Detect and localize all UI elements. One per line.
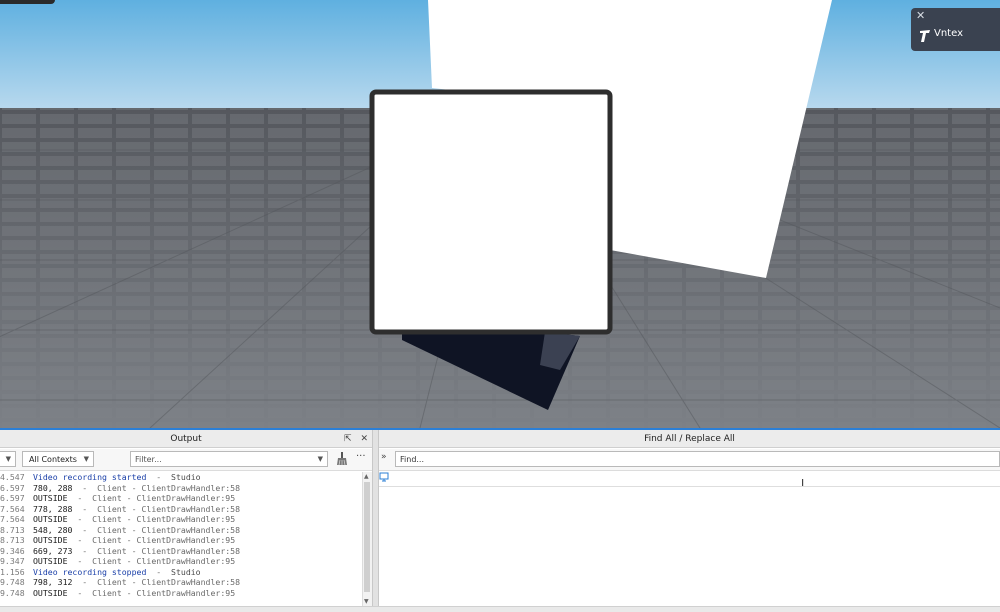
log-separator: - <box>156 566 162 577</box>
log-row: 7.564 OUTSIDE - Client - ClientDrawHandle… <box>0 514 362 525</box>
log-separator: - <box>82 503 88 514</box>
log-separator: - <box>77 587 83 598</box>
log-message: 548, 280 <box>33 524 73 535</box>
log-message: OUTSIDE <box>33 514 68 524</box>
chevron-down-icon: ▼ <box>83 455 89 463</box>
find-results[interactable] <box>379 486 1000 606</box>
log-source: Studio <box>171 566 201 577</box>
log-timestamp: 9.748 <box>0 577 25 587</box>
chevron-down-icon: ▼ <box>317 455 323 463</box>
log-separator: - <box>77 514 83 524</box>
log-source: Client - ClientDrawHandler:95 <box>92 493 236 503</box>
close-icon[interactable]: ✕ <box>916 9 925 22</box>
log-row: 6.597 OUTSIDE - Client - ClientDrawHandle… <box>0 493 362 504</box>
log-message: OUTSIDE <box>33 535 68 545</box>
log-message: 669, 273 <box>33 545 73 556</box>
log-row: 7.564 778, 288 - Client - ClientDrawHandl… <box>0 504 362 515</box>
top-left-pill <box>0 0 55 4</box>
find-panel-title: Find All / Replace All <box>379 430 1000 448</box>
log-separator: - <box>77 535 83 545</box>
find-input[interactable]: Find... <box>395 451 1000 467</box>
log-separator: - <box>77 493 83 503</box>
log-row: 9.347 OUTSIDE - Client - ClientDrawHandle… <box>0 556 362 567</box>
panel-splitter[interactable] <box>372 430 379 612</box>
game-viewport[interactable]: ✕ Vntex <box>0 0 1000 428</box>
log-separator: - <box>156 472 162 482</box>
log-timestamp: 9.346 <box>0 545 25 556</box>
output-log[interactable]: 4.547 Video recording started - Studio 6.5… <box>0 472 362 606</box>
log-row: 9.748 798, 312 - Client - ClientDrawHandl… <box>0 577 362 588</box>
clear-output-icon[interactable] <box>336 452 348 466</box>
log-source: Client - ClientDrawHandler:95 <box>92 587 236 598</box>
app-toast: ✕ Vntex <box>911 8 1000 51</box>
find-title-text: Find All / Replace All <box>644 434 735 444</box>
toast-app-name: Vntex <box>934 28 963 39</box>
status-strip <box>0 606 1000 612</box>
log-source: Client - ClientDrawHandler:95 <box>92 514 236 524</box>
vntex-logo-icon <box>920 30 930 42</box>
output-title-text: Output <box>170 434 202 444</box>
log-timestamp: 8.713 <box>0 535 25 545</box>
log-message: 798, 312 <box>33 577 73 587</box>
contexts-label: All Contexts <box>29 455 77 464</box>
log-message: Video recording stopped <box>33 566 147 577</box>
log-row: 8.713 548, 280 - Client - ClientDrawHandl… <box>0 525 362 536</box>
expand-replace-icon[interactable]: » <box>381 452 387 462</box>
scene <box>0 0 1000 428</box>
log-message: 778, 288 <box>33 503 73 514</box>
output-toolbar: ▼ All Contexts ▼ Filter... ▼ ··· <box>0 449 372 471</box>
scroll-up-icon[interactable]: ▲ <box>364 473 369 480</box>
log-row: 9.748 OUTSIDE - Client - ClientDrawHandle… <box>0 588 362 599</box>
log-source: Client - ClientDrawHandler:58 <box>97 482 241 493</box>
log-timestamp: 7.564 <box>0 503 25 514</box>
log-source: Client - ClientDrawHandler:95 <box>92 535 236 545</box>
log-timestamp: 6.597 <box>0 493 25 503</box>
draw-canvas <box>369 89 613 335</box>
close-icon[interactable]: ✕ <box>360 434 368 444</box>
log-row: 6.597 780, 288 - Client - ClientDrawHandl… <box>0 483 362 494</box>
filter-placeholder: Filter... <box>135 455 162 464</box>
log-timestamp: 7.564 <box>0 514 25 524</box>
find-placeholder: Find... <box>400 455 425 464</box>
log-separator: - <box>82 524 88 535</box>
log-message: OUTSIDE <box>33 587 68 598</box>
log-row: 1.156 Video recording stopped - Studio <box>0 567 362 578</box>
scroll-thumb[interactable] <box>364 482 370 592</box>
log-row: 8.713 OUTSIDE - Client - ClientDrawHandle… <box>0 535 362 546</box>
log-message: OUTSIDE <box>33 556 68 566</box>
log-source: Client - ClientDrawHandler:58 <box>97 524 241 535</box>
undock-icon[interactable]: ⇱ <box>344 434 352 444</box>
log-source: Client - ClientDrawHandler:58 <box>97 545 241 556</box>
log-separator: - <box>82 482 88 493</box>
more-options-button[interactable]: ··· <box>356 451 366 462</box>
output-scrollbar[interactable]: ▲ ▼ <box>362 472 372 606</box>
find-toolbar: » Find... I <box>379 449 1000 490</box>
log-source: Studio <box>171 472 201 482</box>
log-message: OUTSIDE <box>33 493 68 503</box>
log-source: Client - ClientDrawHandler:95 <box>92 556 236 566</box>
log-row: 9.346 669, 273 - Client - ClientDrawHandl… <box>0 546 362 557</box>
log-source: Client - ClientDrawHandler:58 <box>97 577 241 587</box>
log-separator: - <box>77 556 83 566</box>
log-separator: - <box>82 545 88 556</box>
output-panel-title: Output ⇱ ✕ <box>0 430 372 448</box>
message-type-dropdown[interactable]: ▼ <box>0 451 16 467</box>
scroll-down-icon[interactable]: ▼ <box>364 598 369 605</box>
studio-bottom-dock: Output ⇱ ✕ Find All / Replace All ▼ All … <box>0 428 1000 612</box>
filter-input[interactable]: Filter... ▼ <box>130 451 328 467</box>
log-timestamp: 9.347 <box>0 556 25 566</box>
contexts-dropdown[interactable]: All Contexts ▼ <box>22 451 94 467</box>
log-timestamp: 1.156 <box>0 566 25 577</box>
log-timestamp: 6.597 <box>0 482 25 493</box>
log-separator: - <box>82 577 88 587</box>
chevron-down-icon: ▼ <box>5 455 11 463</box>
log-source: Client - ClientDrawHandler:58 <box>97 503 241 514</box>
log-row: 4.547 Video recording started - Studio <box>0 472 362 483</box>
log-message: 780, 288 <box>33 482 73 493</box>
log-timestamp: 8.713 <box>0 524 25 535</box>
log-message: Video recording started <box>33 472 147 482</box>
log-timestamp: 4.547 <box>0 472 25 482</box>
log-timestamp: 9.748 <box>0 587 25 598</box>
monitor-icon <box>379 472 389 482</box>
